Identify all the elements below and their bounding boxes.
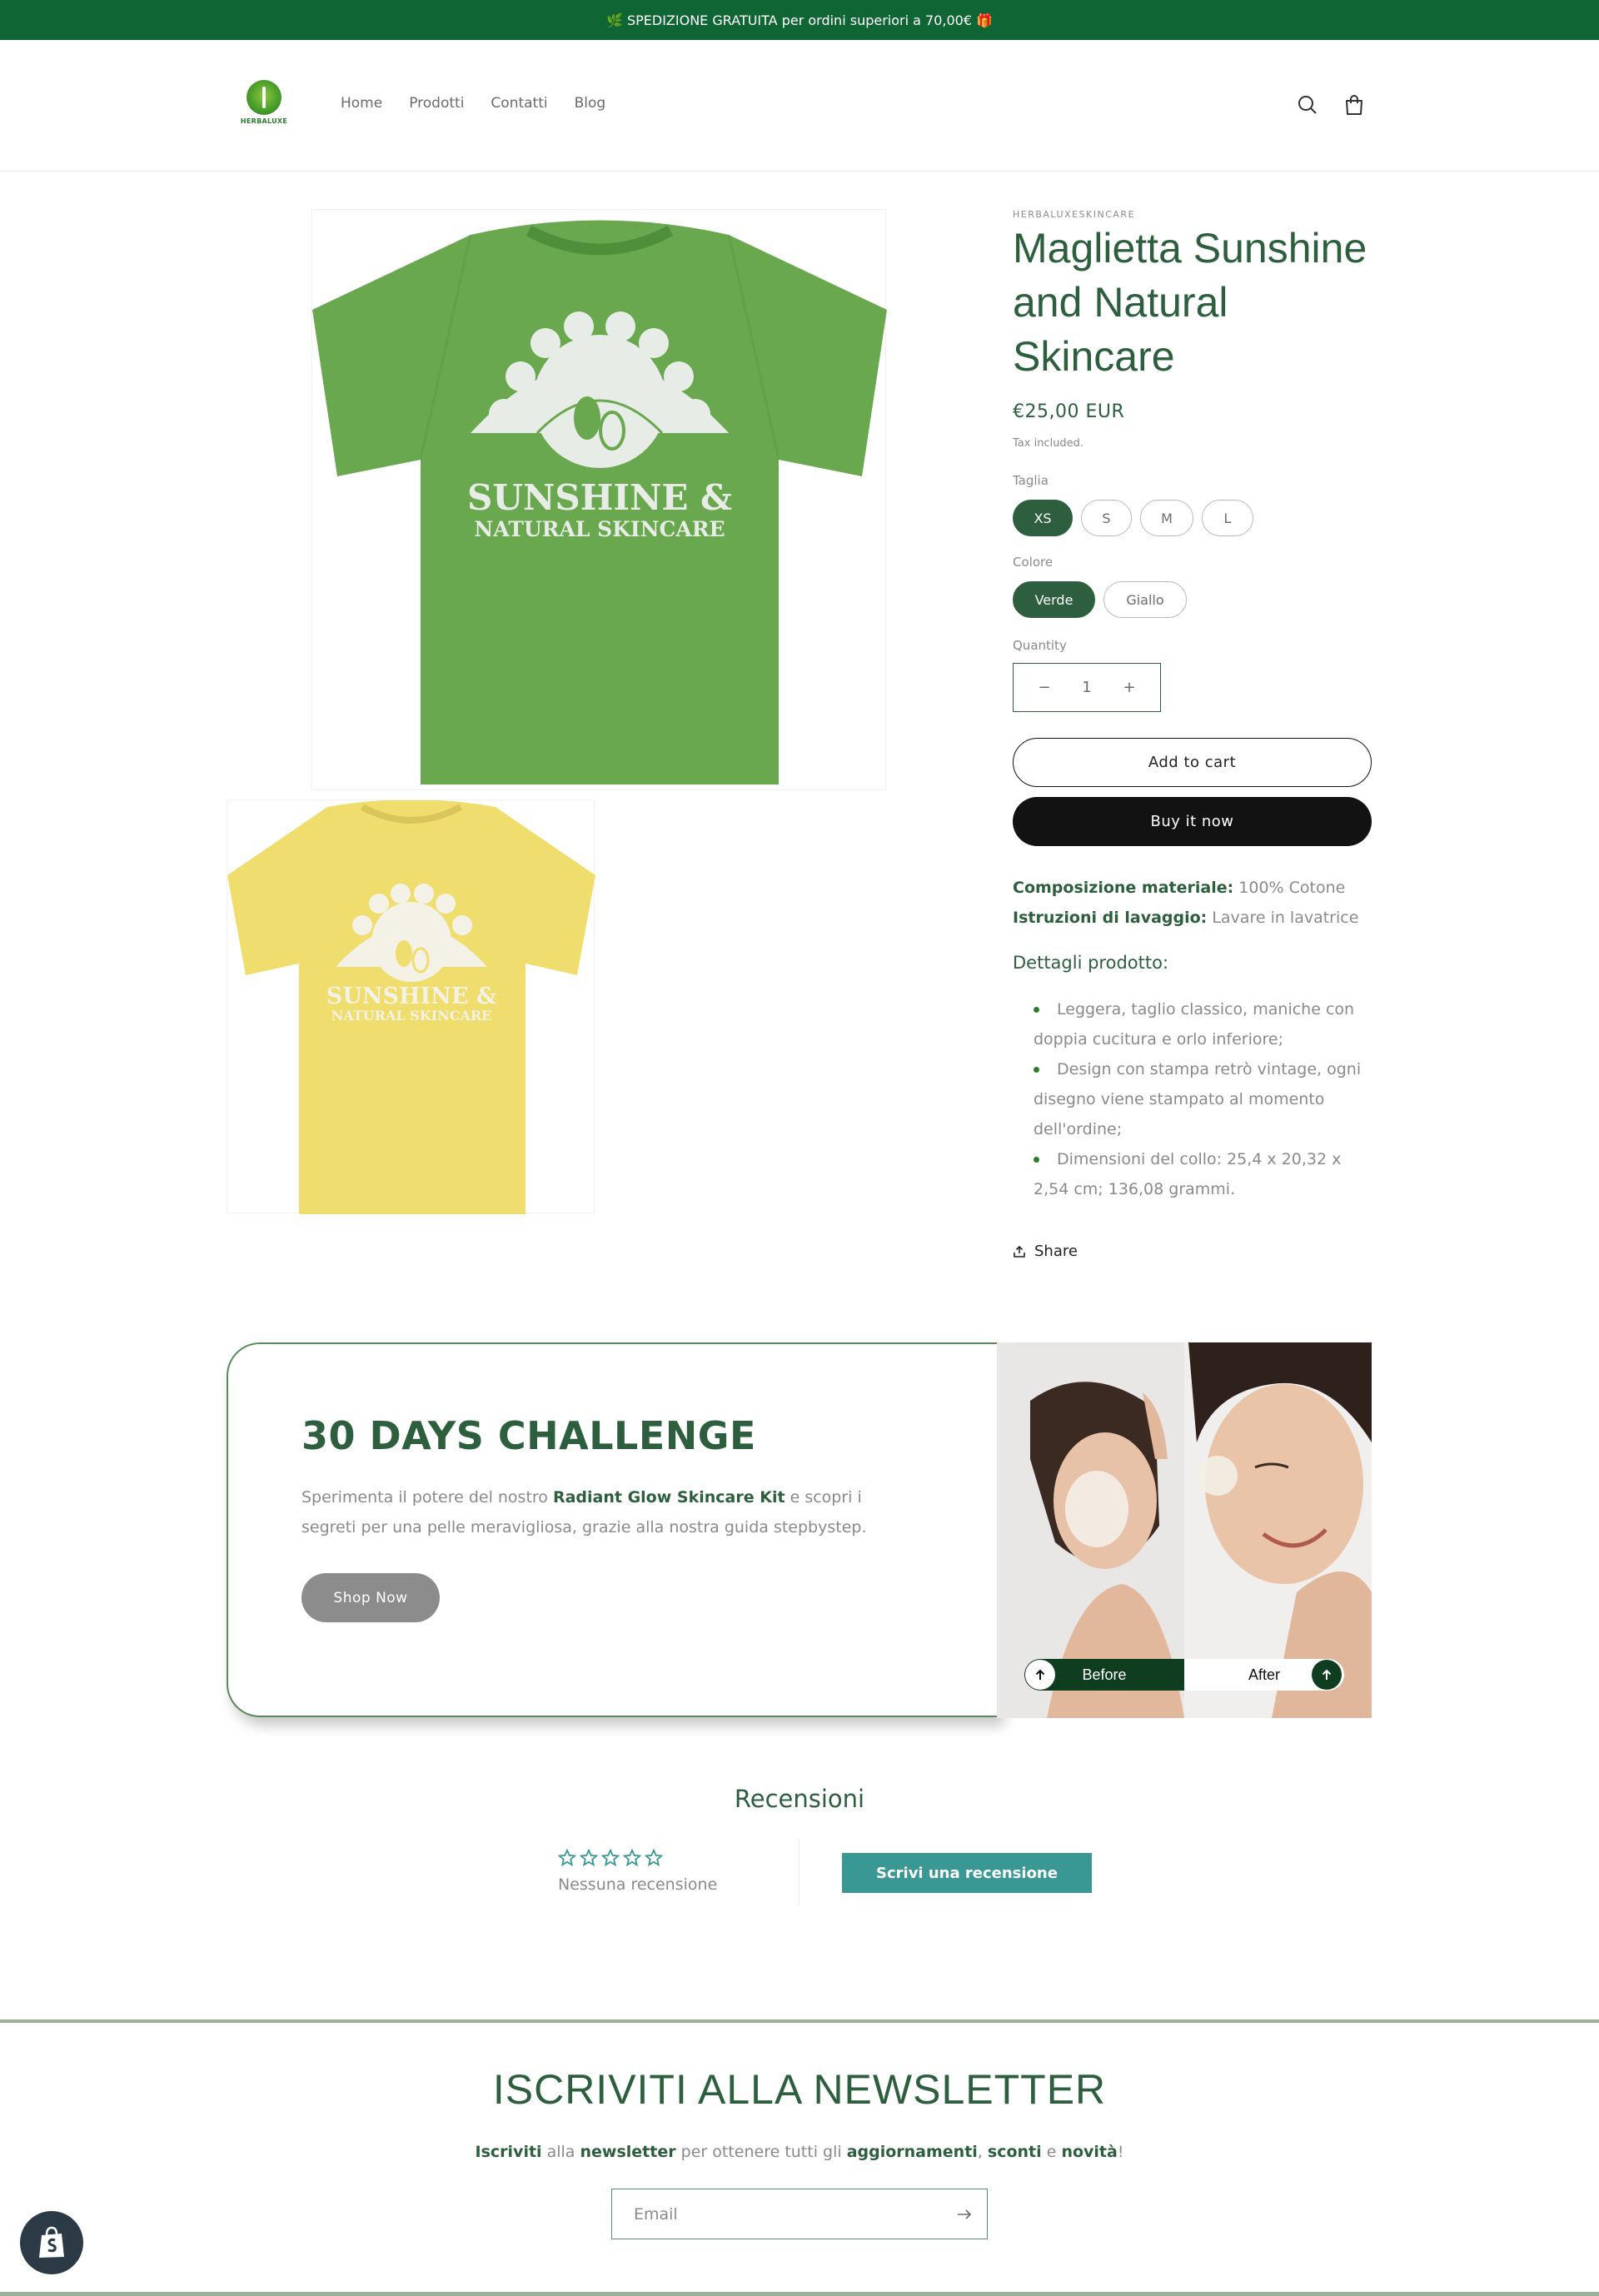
size-label: Taglia: [1013, 473, 1049, 488]
logo-mark-icon: [247, 80, 281, 115]
newsletter-sub-part: alla: [541, 2143, 580, 2161]
star-empty-icon: [645, 1849, 663, 1867]
material-value: 100% Cotone: [1238, 879, 1346, 897]
size-option-m[interactable]: M: [1140, 500, 1193, 536]
newsletter-sub-part: sconti: [987, 2143, 1042, 2161]
after-arrow-icon[interactable]: [1312, 1660, 1342, 1690]
challenge-text: Sperimenta il potere del nostro Radiant …: [301, 1482, 918, 1542]
size-option-l[interactable]: L: [1202, 500, 1253, 536]
star-empty-icon: [580, 1849, 598, 1867]
before-after-slider[interactable]: Before After: [1024, 1659, 1344, 1691]
cart-icon[interactable]: [1341, 92, 1367, 118]
nav-home[interactable]: Home: [341, 95, 382, 112]
color-label: Colore: [1013, 555, 1054, 570]
product-vendor: HERBALUXESKINCARE: [1013, 209, 1136, 220]
details-heading: Dettagli prodotto:: [1013, 953, 1169, 973]
before-arrow-icon[interactable]: [1025, 1660, 1055, 1690]
details-item: Leggera, taglio classico, maniche con do…: [1034, 994, 1367, 1054]
minus-icon[interactable]: −: [1032, 679, 1057, 696]
details-list: Leggera, taglio classico, maniche con do…: [1034, 994, 1367, 1204]
product-title: Maglietta Sunshine and Natural Skincare: [1013, 225, 1367, 380]
quantity-value[interactable]: 1: [1074, 679, 1099, 696]
yellow-shirt-print-line2: NATURAL SKINCARE: [331, 1008, 492, 1023]
newsletter-sub-part: novità: [1061, 2143, 1118, 2161]
color-option-giallo[interactable]: Giallo: [1103, 581, 1187, 618]
announcement-bar: 🌿 SPEDIZIONE GRATUITA per ordini superio…: [0, 0, 1599, 40]
color-option-verde[interactable]: Verde: [1013, 581, 1095, 618]
product-main-image[interactable]: SUNSHINE & NATURAL SKINCARE: [311, 209, 887, 790]
search-icon[interactable]: [1294, 92, 1321, 118]
newsletter-sub-part: ,: [977, 2143, 988, 2161]
quantity-label: Quantity: [1013, 638, 1067, 653]
material-spec: Composizione materiale: 100% Cotone: [1013, 879, 1345, 897]
shop-now-button[interactable]: Shop Now: [301, 1573, 440, 1622]
star-empty-icon: [623, 1849, 641, 1867]
email-field[interactable]: Email: [611, 2189, 988, 2239]
details-item: Design con stampa retrò vintage, ogni di…: [1034, 1054, 1367, 1144]
newsletter-title: ISCRIVITI ALLA NEWSLETTER: [492, 2066, 1107, 2113]
share-label: Share: [1034, 1243, 1078, 1260]
product-thumbnail-yellow[interactable]: SUNSHINE & NATURAL SKINCARE: [227, 799, 595, 1214]
newsletter-sub-part: per ottenere tutti gli: [675, 2143, 847, 2161]
star-empty-icon: [558, 1849, 576, 1867]
details-item: Dimensioni del collo: 25,4 x 20,32 x 2,5…: [1034, 1144, 1367, 1204]
logo-text: HERBALUXE: [240, 117, 288, 125]
nav-contatti[interactable]: Contatti: [491, 95, 547, 112]
newsletter-sub-part: aggiornamenti: [846, 2143, 978, 2161]
buy-now-button[interactable]: Buy it now: [1013, 797, 1372, 846]
shopify-bag-icon[interactable]: [20, 2211, 83, 2274]
wash-value: Lavare in lavatrice: [1212, 909, 1359, 927]
size-option-xs[interactable]: XS: [1013, 500, 1073, 536]
announcement-text: 🌿 SPEDIZIONE GRATUITA per ordini superio…: [605, 12, 994, 28]
nav-prodotti[interactable]: Prodotti: [409, 95, 464, 112]
green-shirt-print-line1: SUNSHINE &: [467, 477, 732, 518]
write-review-button[interactable]: Scrivi una recensione: [842, 1853, 1092, 1893]
email-placeholder: Email: [634, 2204, 678, 2224]
material-label: Composizione materiale:: [1013, 879, 1234, 897]
share-icon: [1014, 1245, 1025, 1258]
size-options: XS S M L: [1013, 500, 1253, 536]
product-price: €25,00 EUR: [1013, 401, 1125, 422]
color-options: Verde Giallo: [1013, 581, 1187, 618]
tax-note: Tax included.: [1013, 437, 1084, 450]
reviews-title: Recensioni: [734, 1785, 865, 1813]
nav-blog[interactable]: Blog: [575, 95, 606, 112]
newsletter-subtitle: Iscriviti alla newsletter per ottenere t…: [0, 2143, 1599, 2161]
size-option-s[interactable]: S: [1081, 500, 1132, 536]
newsletter-divider: [0, 2020, 1599, 2023]
main-nav: Home Prodotti Contatti Blog: [341, 95, 605, 112]
reviews-divider: [799, 1839, 800, 1905]
newsletter-sub-part: Iscriviti: [475, 2143, 542, 2161]
share-button[interactable]: Share: [1013, 1243, 1078, 1260]
yellow-shirt-print-line1: SUNSHINE &: [326, 984, 496, 1009]
add-to-cart-button[interactable]: Add to cart: [1013, 738, 1372, 787]
site-header: HERBALUXE Home Prodotti Contatti Blog: [0, 40, 1599, 172]
newsletter-sub-part: !: [1117, 2143, 1124, 2161]
challenge-text-part: Sperimenta il potere del nostro: [301, 1488, 553, 1507]
newsletter-sub-part: newsletter: [580, 2143, 676, 2161]
newsletter-sub-part: e: [1041, 2143, 1062, 2161]
no-reviews-text: Nessuna recensione: [558, 1875, 718, 1894]
challenge-title: 30 DAYS CHALLENGE: [301, 1413, 756, 1458]
challenge-product-name: Radiant Glow Skincare Kit: [552, 1488, 785, 1507]
footer-divider: [0, 2292, 1599, 2296]
quantity-stepper: − 1 +: [1013, 663, 1161, 712]
wash-spec: Istruzioni di lavaggio: Lavare in lavatr…: [1013, 909, 1358, 927]
green-shirt-print-line2: NATURAL SKINCARE: [474, 517, 725, 541]
rating-stars: [558, 1849, 663, 1867]
logo[interactable]: HERBALUXE: [240, 80, 288, 130]
star-empty-icon: [601, 1849, 620, 1867]
plus-icon[interactable]: +: [1117, 679, 1142, 696]
wash-label: Istruzioni di lavaggio:: [1013, 909, 1208, 927]
arrow-right-icon[interactable]: [957, 2209, 972, 2220]
